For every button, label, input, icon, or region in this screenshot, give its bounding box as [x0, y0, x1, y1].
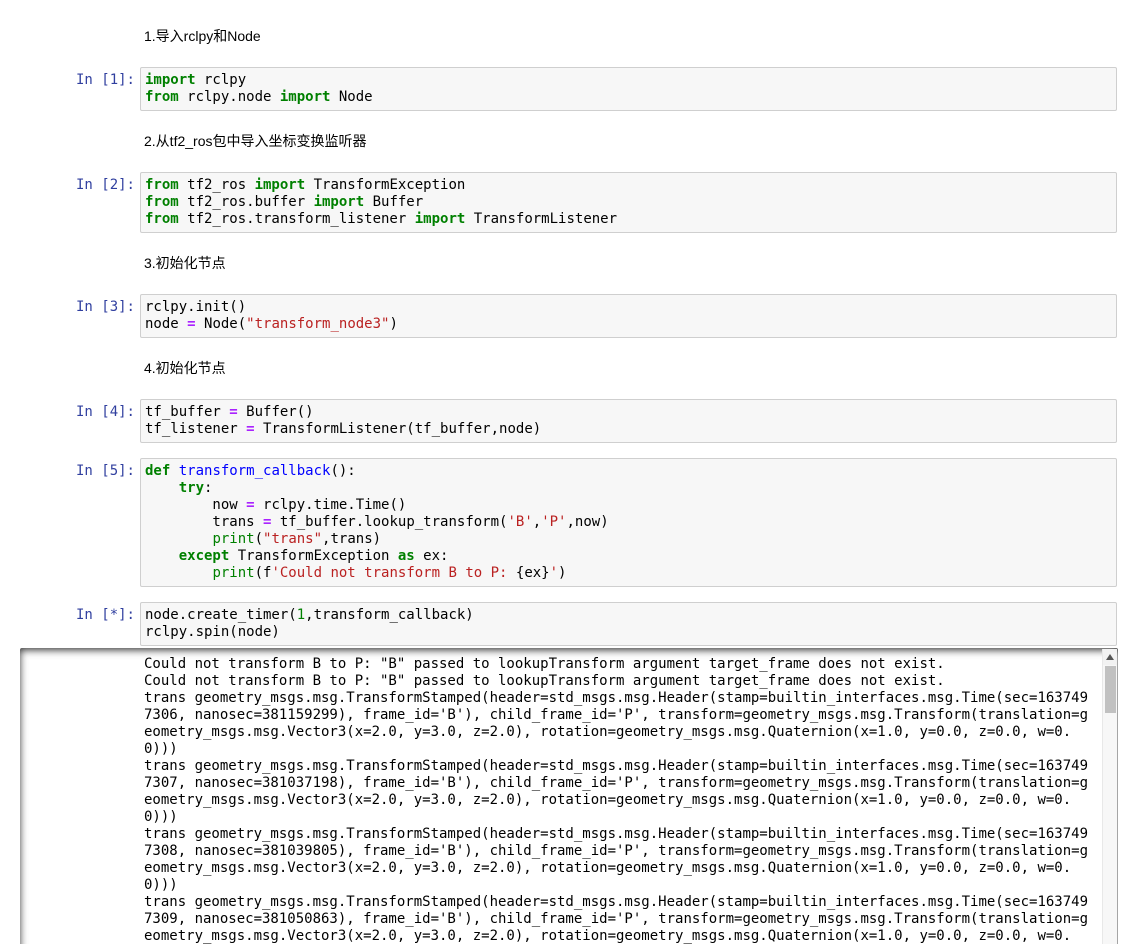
code-line: tf_listener = TransformListener(tf_buffe… — [145, 421, 1112, 438]
markdown-cell[interactable]: 4.初始化节点 — [144, 361, 1117, 376]
markdown-text: 1.导入rclpy和Node — [144, 28, 261, 44]
code-input[interactable]: rclpy.init()node = Node("transform_node3… — [140, 294, 1117, 338]
code-line: from tf2_ros.buffer import Buffer — [145, 194, 1112, 211]
output-scroll-area[interactable]: Could not transform B to P: "B" passed t… — [20, 648, 1118, 944]
scrollbar-thumb[interactable] — [1105, 666, 1116, 713]
input-prompt: In [1]: — [0, 67, 140, 111]
code-line: try: — [145, 480, 1112, 497]
input-prompt: In [2]: — [0, 172, 140, 233]
code-cell[interactable]: In [*]:node.create_timer(1,transform_cal… — [0, 602, 1117, 646]
code-line: except TransformException as ex: — [145, 548, 1112, 565]
output-text: Could not transform B to P: "B" passed t… — [144, 656, 1098, 944]
code-input[interactable]: node.create_timer(1,transform_callback)r… — [140, 602, 1117, 646]
input-prompt: In [5]: — [0, 458, 140, 587]
code-line: tf_buffer = Buffer() — [145, 404, 1112, 421]
markdown-text: 4.初始化节点 — [144, 360, 226, 376]
code-line: from rclpy.node import Node — [145, 89, 1112, 106]
markdown-cell[interactable]: 2.从tf2_ros包中导入坐标变换监听器 — [144, 134, 1117, 149]
markdown-text: 3.初始化节点 — [144, 255, 226, 271]
code-line: from tf2_ros.transform_listener import T… — [145, 211, 1112, 228]
code-cell[interactable]: In [1]:import rclpyfrom rclpy.node impor… — [0, 67, 1117, 111]
code-input[interactable]: tf_buffer = Buffer()tf_listener = Transf… — [140, 399, 1117, 443]
code-line: import rclpy — [145, 72, 1112, 89]
code-cell[interactable]: In [4]:tf_buffer = Buffer()tf_listener =… — [0, 399, 1117, 443]
markdown-cell[interactable]: 1.导入rclpy和Node — [144, 29, 1117, 44]
code-line: node.create_timer(1,transform_callback) — [145, 607, 1112, 624]
code-line: trans = tf_buffer.lookup_transform('B','… — [145, 514, 1112, 531]
code-line: from tf2_ros import TransformException — [145, 177, 1112, 194]
output-scrollbar[interactable] — [1102, 649, 1117, 944]
code-line: rclpy.spin(node) — [145, 624, 1112, 641]
markdown-text: 2.从tf2_ros包中导入坐标变换监听器 — [144, 133, 366, 149]
markdown-cell[interactable]: 3.初始化节点 — [144, 256, 1117, 271]
input-prompt: In [*]: — [0, 602, 140, 646]
code-input[interactable]: import rclpyfrom rclpy.node import Node — [140, 67, 1117, 111]
code-line: rclpy.init() — [145, 299, 1112, 316]
code-line: print("trans",trans) — [145, 531, 1112, 548]
code-cell[interactable]: In [2]:from tf2_ros import TransformExce… — [0, 172, 1117, 233]
code-input[interactable]: def transform_callback(): try: now = rcl… — [140, 458, 1117, 587]
input-prompt: In [3]: — [0, 294, 140, 338]
code-cell[interactable]: In [5]:def transform_callback(): try: no… — [0, 458, 1117, 587]
code-cell[interactable]: In [3]:rclpy.init()node = Node("transfor… — [0, 294, 1117, 338]
notebook: 1.导入rclpy和NodeIn [1]:import rclpyfrom rc… — [0, 0, 1138, 944]
code-line: print(f'Could not transform B to P: {ex}… — [145, 565, 1112, 582]
code-line: node = Node("transform_node3") — [145, 316, 1112, 333]
scroll-up-button[interactable] — [1103, 649, 1117, 665]
triangle-up-icon — [1106, 654, 1114, 660]
code-line: def transform_callback(): — [145, 463, 1112, 480]
code-input[interactable]: from tf2_ros import TransformExceptionfr… — [140, 172, 1117, 233]
code-line: now = rclpy.time.Time() — [145, 497, 1112, 514]
input-prompt: In [4]: — [0, 399, 140, 443]
